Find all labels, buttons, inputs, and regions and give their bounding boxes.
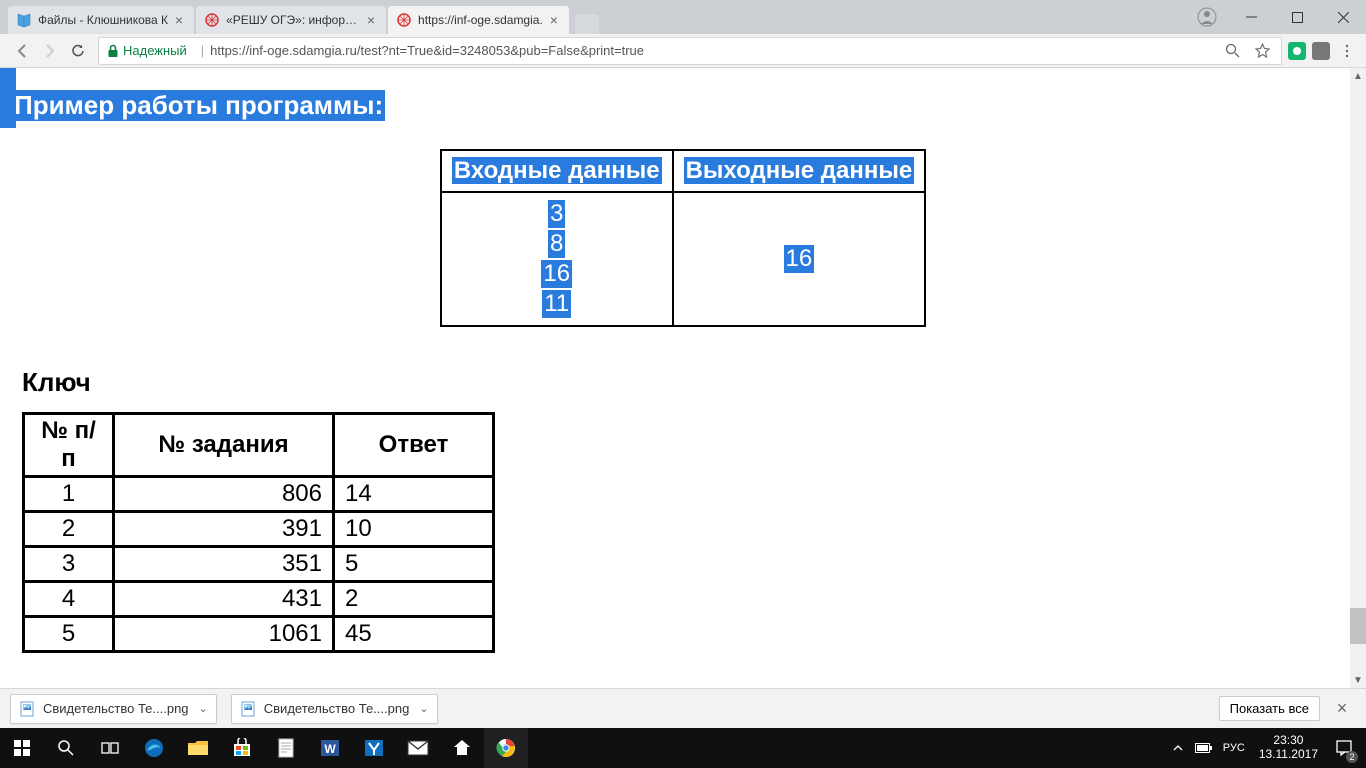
notif-badge: 2: [1346, 751, 1358, 763]
secure-label: Надежный: [123, 43, 187, 58]
th-output: Выходные данные: [673, 150, 926, 192]
table-row: 1 806 14: [24, 477, 494, 512]
yammer-icon[interactable]: [352, 728, 396, 768]
toolbar-right: [1288, 40, 1358, 62]
reload-button[interactable]: [64, 37, 92, 65]
edge-icon[interactable]: [132, 728, 176, 768]
example-heading: Пример работы программы:: [12, 90, 385, 121]
page-viewport: Пример работы программы: Входные данные …: [0, 68, 1366, 688]
example-table: Входные данные Выходные данные 3 8 16 11…: [440, 149, 926, 327]
battery-icon[interactable]: [1191, 728, 1217, 768]
close-window-button[interactable]: [1320, 3, 1366, 31]
td-input: 3 8 16 11: [441, 192, 673, 326]
download-filename: Свидетельство Те....png: [43, 701, 189, 716]
scroll-up-icon[interactable]: ▲: [1350, 68, 1366, 84]
start-button[interactable]: [0, 728, 44, 768]
th-ans: Ответ: [334, 414, 494, 477]
zoom-icon[interactable]: [1221, 40, 1243, 62]
td-output: 16: [673, 192, 926, 326]
chevron-down-icon[interactable]: ⌄: [419, 702, 428, 715]
lock-icon: [107, 44, 119, 58]
th-input: Входные данные: [441, 150, 673, 192]
tab-2-active[interactable]: https://inf-oge.sdamgia. ×: [388, 6, 569, 34]
tab-1[interactable]: «РЕШУ ОГЭ»: информат ×: [196, 6, 386, 34]
notepad-icon[interactable]: [264, 728, 308, 768]
clock[interactable]: 23:30 13.11.2017: [1251, 734, 1326, 762]
date: 13.11.2017: [1259, 748, 1318, 762]
site-icon: [204, 12, 220, 28]
new-tab-button[interactable]: [575, 14, 599, 34]
chevron-down-icon[interactable]: ⌄: [199, 702, 208, 715]
th-task: № задания: [114, 414, 334, 477]
secure-indicator: Надежный: [107, 43, 187, 58]
minimize-button[interactable]: [1228, 3, 1274, 31]
close-icon[interactable]: ×: [172, 13, 186, 27]
download-filename: Свидетельство Те....png: [264, 701, 410, 716]
tab-strip: Файлы - Клюшникова К × «РЕШУ ОГЭ»: инфор…: [0, 0, 1366, 34]
image-file-icon: [240, 701, 256, 717]
download-item-1[interactable]: Свидетельство Те....png ⌄: [231, 694, 438, 724]
language-indicator[interactable]: РУС: [1217, 742, 1251, 754]
show-all-downloads-button[interactable]: Показать все: [1219, 696, 1320, 721]
url-text: https://inf-oge.sdamgia.ru/test?nt=True&…: [210, 43, 644, 58]
close-icon[interactable]: ×: [547, 13, 561, 27]
tab-0[interactable]: Файлы - Клюшникова К ×: [8, 6, 194, 34]
window-controls: [1192, 0, 1366, 34]
extension-green-icon[interactable]: [1288, 42, 1306, 60]
scrollbar[interactable]: ▲ ▼: [1350, 68, 1366, 688]
image-file-icon: [19, 701, 35, 717]
taskbar: W РУС 23:30 13.11.2017 2: [0, 728, 1366, 768]
bookmark-icon[interactable]: [1251, 40, 1273, 62]
home-icon[interactable]: [440, 728, 484, 768]
extension-gray-icon[interactable]: [1312, 42, 1330, 60]
key-heading: Ключ: [22, 367, 1366, 398]
file-explorer-icon[interactable]: [176, 728, 220, 768]
menu-button[interactable]: [1336, 40, 1358, 62]
taskbar-apps: W: [132, 728, 528, 768]
table-row: 4 431 2: [24, 582, 494, 617]
store-icon[interactable]: [220, 728, 264, 768]
download-item-0[interactable]: Свидетельство Те....png ⌄: [10, 694, 217, 724]
maximize-button[interactable]: [1274, 3, 1320, 31]
selection-edge: [0, 68, 16, 128]
tab-title: https://inf-oge.sdamgia.: [418, 13, 543, 27]
address-bar: Надежный | https://inf-oge.sdamgia.ru/te…: [0, 34, 1366, 68]
chrome-icon[interactable]: [484, 728, 528, 768]
svg-text:W: W: [324, 742, 336, 756]
mail-icon[interactable]: [396, 728, 440, 768]
url-input[interactable]: Надежный | https://inf-oge.sdamgia.ru/te…: [98, 37, 1282, 65]
task-view-button[interactable]: [88, 728, 132, 768]
forward-button[interactable]: [36, 37, 64, 65]
table-row: 3 351 5: [24, 547, 494, 582]
page-content: Пример работы программы: Входные данные …: [0, 68, 1366, 653]
tab-title: «РЕШУ ОГЭ»: информат: [226, 13, 360, 27]
table-row: 5 1061 45: [24, 617, 494, 652]
word-icon[interactable]: W: [308, 728, 352, 768]
profile-icon[interactable]: [1192, 2, 1222, 32]
book-icon: [16, 12, 32, 28]
site-icon: [396, 12, 412, 28]
tray-chevron-icon[interactable]: [1165, 728, 1191, 768]
scroll-thumb[interactable]: [1350, 608, 1366, 644]
search-button[interactable]: [44, 728, 88, 768]
close-downloads-bar[interactable]: ×: [1328, 695, 1356, 723]
close-icon[interactable]: ×: [364, 13, 378, 27]
tab-title: Файлы - Клюшникова К: [38, 13, 168, 27]
th-n: № п/п: [24, 414, 114, 477]
action-center-icon[interactable]: 2: [1326, 728, 1362, 768]
system-tray: РУС 23:30 13.11.2017 2: [1165, 728, 1366, 768]
downloads-bar: Свидетельство Те....png ⌄ Свидетельство …: [0, 688, 1366, 728]
table-row: 2 391 10: [24, 512, 494, 547]
answer-table: № п/п № задания Ответ 1 806 14 2 391 10 …: [22, 412, 495, 653]
separator: |: [201, 43, 204, 58]
time: 23:30: [1259, 734, 1318, 748]
back-button[interactable]: [8, 37, 36, 65]
scroll-down-icon[interactable]: ▼: [1350, 672, 1366, 688]
